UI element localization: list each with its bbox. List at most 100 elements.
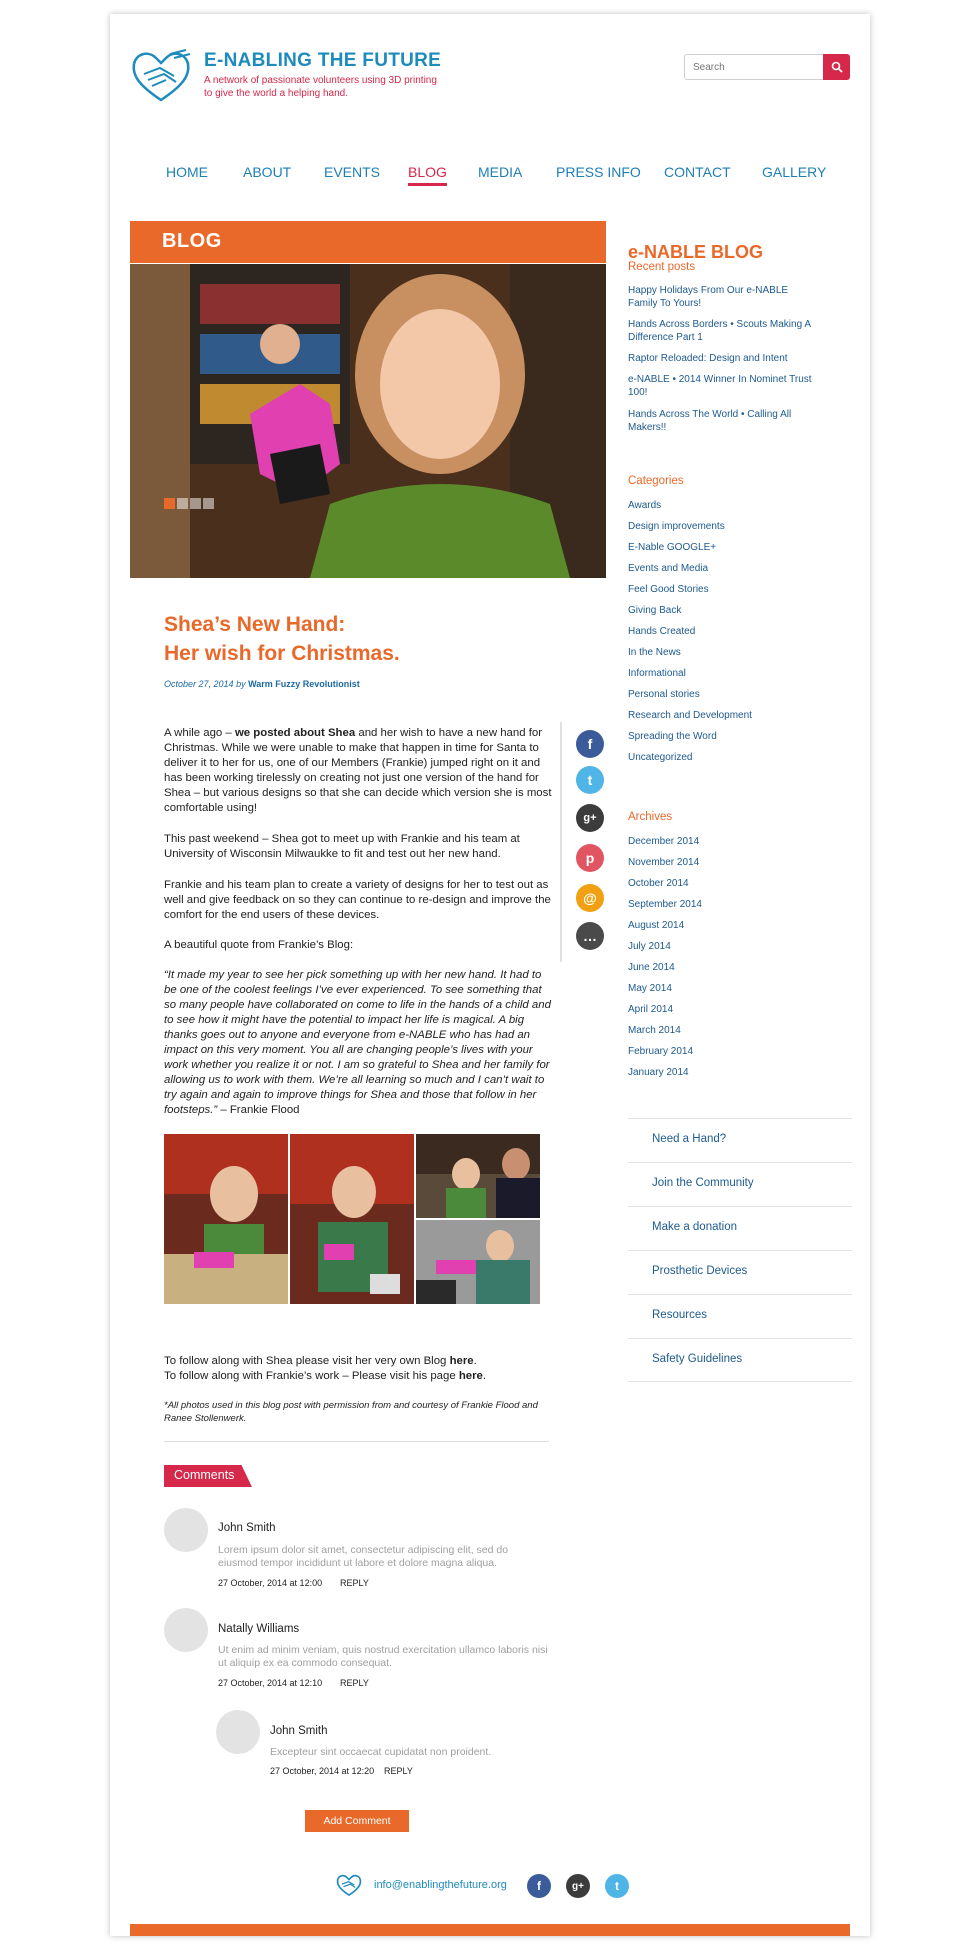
post-title-line2: Her wish for Christmas. — [164, 642, 400, 665]
footer-facebook-icon[interactable]: f — [527, 1874, 551, 1898]
avatar — [164, 1608, 208, 1652]
frankie-page-link[interactable]: here — [459, 1370, 483, 1382]
archive-link[interactable]: March 2014 — [628, 1024, 818, 1037]
sidebar-box-resources[interactable]: Resources — [628, 1294, 852, 1338]
content-divider — [164, 1441, 549, 1442]
reply-button[interactable]: REPLY — [340, 1578, 369, 1588]
sidebar-box-safety[interactable]: Safety Guidelines — [628, 1338, 852, 1382]
footer-email-link[interactable]: info@enablingthefuture.org — [374, 1879, 507, 1891]
categories-heading: Categories — [628, 475, 684, 487]
follow2-pre: To follow along with Frankie’s work – Pl… — [164, 1370, 459, 1382]
comment-date: 27 October, 2014 at 12:20 — [270, 1766, 375, 1776]
reply-button[interactable]: REPLY — [340, 1678, 369, 1688]
comment-share-icon[interactable]: … — [576, 922, 604, 950]
post-paragraph-4: A beautiful quote from Frankie’s Blog: — [164, 939, 354, 951]
category-link[interactable]: Hands Created — [628, 625, 818, 638]
slider-dot-2[interactable] — [177, 498, 188, 509]
recent-post-link[interactable]: Happy Holidays From Our e-NABLE Family T… — [628, 284, 818, 310]
category-link[interactable]: Research and Development — [628, 709, 818, 722]
slider-dot-3[interactable] — [190, 498, 201, 509]
sidebar-box-label: Safety Guidelines — [652, 1353, 743, 1365]
footer-logo-icon[interactable] — [336, 1873, 362, 1897]
category-link[interactable]: Design improvements — [628, 520, 818, 533]
pinterest-share-icon[interactable]: p — [576, 844, 604, 872]
sidebar-box-join-community[interactable]: Join the Community — [628, 1162, 852, 1206]
follow-shea-line: To follow along with Shea please visit h… — [164, 1354, 554, 1369]
gallery-photo-3[interactable] — [416, 1134, 540, 1218]
facebook-share-icon[interactable]: f — [576, 730, 604, 758]
recent-post-link[interactable]: Hands Across Borders • Scouts Making A D… — [628, 318, 818, 344]
archive-link[interactable]: July 2014 — [628, 940, 818, 953]
archive-link[interactable]: February 2014 — [628, 1045, 818, 1058]
footer-bar — [130, 1924, 850, 1936]
twitter-share-icon[interactable]: t — [576, 766, 604, 794]
archive-link[interactable]: June 2014 — [628, 961, 818, 974]
p1-link[interactable]: we posted about Shea — [235, 727, 355, 739]
email-share-icon[interactable]: @ — [576, 884, 604, 912]
heart-hands-logo-icon[interactable] — [130, 48, 192, 104]
sidebar-box-need-a-hand[interactable]: Need a Hand? — [628, 1118, 852, 1162]
sidebar-box-donation[interactable]: Make a donation — [628, 1206, 852, 1250]
nav-gallery[interactable]: GALLERY — [762, 164, 826, 180]
category-link[interactable]: Awards — [628, 499, 818, 512]
category-link[interactable]: In the News — [628, 646, 818, 659]
post-by: by — [233, 679, 249, 689]
nav-home[interactable]: HOME — [166, 164, 208, 180]
archive-link[interactable]: December 2014 — [628, 835, 818, 848]
category-link[interactable]: Informational — [628, 667, 818, 680]
page-container: E-NABLING THE FUTURE A network of passio… — [110, 14, 870, 1936]
search-icon — [831, 61, 843, 73]
category-link[interactable]: Uncategorized — [628, 751, 818, 764]
nav-media[interactable]: MEDIA — [478, 164, 522, 180]
recent-post-link[interactable]: Hands Across The World • Calling All Mak… — [628, 408, 818, 434]
comment-text: Lorem ipsum dolor sit amet, consectetur … — [218, 1544, 509, 1569]
nav-events[interactable]: EVENTS — [324, 164, 380, 180]
archive-link[interactable]: November 2014 — [628, 856, 818, 869]
sidebar-box-prosthetic-devices[interactable]: Prosthetic Devices — [628, 1250, 852, 1294]
post-meta: October 27, 2014 by Warm Fuzzy Revolutio… — [164, 679, 360, 689]
archive-link[interactable]: April 2014 — [628, 1003, 818, 1016]
archive-link[interactable]: January 2014 — [628, 1066, 818, 1079]
p1-post: and her wish to have a new hand for Chri… — [164, 727, 552, 814]
footer-twitter-icon[interactable]: t — [605, 1874, 629, 1898]
search-input[interactable] — [684, 54, 824, 80]
p1-pre: A while ago – — [164, 727, 235, 739]
nav-press-info[interactable]: PRESS INFO — [556, 164, 641, 180]
category-link[interactable]: Personal stories — [628, 688, 818, 701]
category-link[interactable]: Spreading the Word — [628, 730, 818, 743]
archive-link[interactable]: October 2014 — [628, 877, 818, 890]
category-link[interactable]: E-Nable GOOGLE+ — [628, 541, 818, 554]
footer-googleplus-icon[interactable]: g+ — [566, 1874, 590, 1898]
nav-blog[interactable]: BLOG — [408, 164, 447, 186]
archive-link[interactable]: August 2014 — [628, 919, 818, 932]
archive-link[interactable]: September 2014 — [628, 898, 818, 911]
archive-link[interactable]: May 2014 — [628, 982, 818, 995]
sidebar-box-label: Need a Hand? — [652, 1133, 727, 1145]
slider-dot-4[interactable] — [203, 498, 214, 509]
site-title[interactable]: E-NABLING THE FUTURE — [204, 50, 441, 72]
recent-post-link[interactable]: e-NABLE • 2014 Winner In Nominet Trust 1… — [628, 373, 818, 399]
post-author-link[interactable]: Warm Fuzzy Revolutionist — [248, 679, 360, 689]
quote-text: “It made my year to see her pick somethi… — [164, 969, 551, 1116]
search-button[interactable] — [823, 54, 850, 80]
follow1-period: . — [473, 1355, 477, 1367]
shea-blog-link[interactable]: here — [450, 1355, 474, 1367]
reply-button[interactable]: REPLY — [384, 1766, 413, 1776]
nav-contact[interactable]: CONTACT — [664, 164, 731, 180]
recent-post-link[interactable]: Raptor Reloaded: Design and Intent — [628, 352, 818, 365]
category-link[interactable]: Feel Good Stories — [628, 583, 818, 596]
comment-date: 27 October, 2014 at 12:00 — [218, 1578, 323, 1588]
gallery-photo-4[interactable] — [416, 1220, 540, 1304]
hero-slider-image[interactable] — [130, 264, 606, 578]
slider-dot-1[interactable] — [164, 498, 175, 509]
post-title[interactable]: Shea’s New Hand: Her wish for Christmas. — [164, 610, 544, 668]
sidebar-box-label: Join the Community — [652, 1177, 754, 1189]
category-link[interactable]: Giving Back — [628, 604, 818, 617]
add-comment-button[interactable]: Add Comment — [305, 1810, 409, 1832]
nav-about[interactable]: ABOUT — [243, 164, 291, 180]
follow-frankie-line: To follow along with Frankie’s work – Pl… — [164, 1369, 554, 1384]
gallery-photo-2[interactable] — [290, 1134, 414, 1304]
googleplus-share-icon[interactable]: g+ — [576, 804, 604, 832]
gallery-photo-1[interactable] — [164, 1134, 288, 1304]
category-link[interactable]: Events and Media — [628, 562, 818, 575]
